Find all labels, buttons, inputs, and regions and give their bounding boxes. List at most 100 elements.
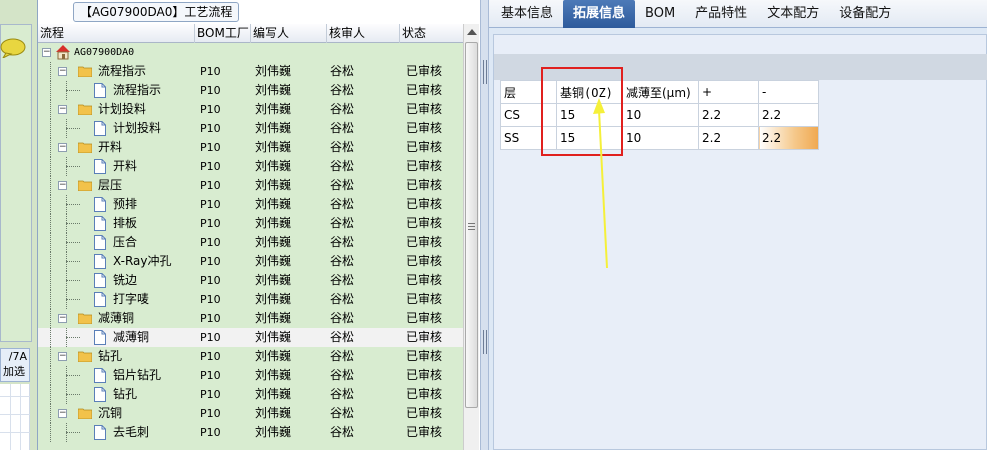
status-cell: 已审核: [406, 406, 443, 420]
tree-node-label[interactable]: 沉铜: [98, 404, 122, 423]
collapse-toggle-icon[interactable]: −: [58, 352, 67, 361]
status-cell: 已审核: [406, 64, 443, 78]
splitter-grip-top[interactable]: [483, 60, 487, 84]
tree-node-label[interactable]: 钻孔: [98, 347, 122, 366]
tree-row[interactable]: 计划投料 P10 刘伟巍 谷松 已审核: [38, 119, 463, 138]
collapse-toggle-icon[interactable]: −: [58, 143, 67, 152]
tree-row[interactable]: 预排 P10 刘伟巍 谷松 已审核: [38, 195, 463, 214]
tree-row[interactable]: 钻孔 P10 刘伟巍 谷松 已审核: [38, 385, 463, 404]
cell-minus[interactable]: 2.2: [758, 103, 819, 127]
tab-3[interactable]: 产品特性: [685, 0, 757, 28]
cell-thinned-to[interactable]: 10: [622, 103, 699, 127]
tree-row[interactable]: − 钻孔 P10 刘伟巍 谷松 已审核: [38, 347, 463, 366]
tree-node-label[interactable]: X-Ray冲孔: [113, 252, 171, 271]
collapse-toggle-icon[interactable]: −: [58, 105, 67, 114]
left-strip-line2[interactable]: 加选: [3, 364, 29, 379]
bom-cell: P10: [200, 179, 221, 192]
cell-plus[interactable]: 2.2: [698, 126, 759, 150]
tree-row[interactable]: − 减薄铜 P10 刘伟巍 谷松 已审核: [38, 309, 463, 328]
document-icon: [94, 254, 106, 269]
tree-node-label[interactable]: 开料: [113, 157, 137, 176]
tree-node-label[interactable]: 计划投料: [113, 119, 161, 138]
folder-icon: [78, 180, 92, 191]
tree-row[interactable]: 铣边 P10 刘伟巍 谷松 已审核: [38, 271, 463, 290]
tree-row[interactable]: 排板 P10 刘伟巍 谷松 已审核: [38, 214, 463, 233]
tree-row[interactable]: 铝片钻孔 P10 刘伟巍 谷松 已审核: [38, 366, 463, 385]
tree-guide-line: [50, 176, 51, 195]
panel-splitter[interactable]: [480, 0, 489, 450]
cell-plus[interactable]: 2.2: [698, 103, 759, 127]
scroll-thumb[interactable]: [465, 42, 478, 408]
tree-node-label[interactable]: 计划投料: [98, 100, 146, 119]
reviewer-cell: 谷松: [330, 235, 355, 249]
tree-node-label[interactable]: 压合: [113, 233, 137, 252]
tree-node-label[interactable]: 排板: [113, 214, 137, 233]
tree-row[interactable]: 开料 P10 刘伟巍 谷松 已审核: [38, 157, 463, 176]
document-icon: [94, 235, 106, 250]
collapse-toggle-icon[interactable]: −: [58, 314, 67, 323]
writer-cell: 刘伟巍: [255, 425, 292, 439]
tree-node-label[interactable]: 开料: [98, 138, 122, 157]
col-flow[interactable]: 流程: [38, 24, 195, 43]
writer-cell: 刘伟巍: [255, 197, 292, 211]
tree-node-label[interactable]: AG07900DA0: [74, 43, 134, 62]
tree-node-label[interactable]: 预排: [113, 195, 137, 214]
cell-thinned-to[interactable]: 10: [622, 126, 699, 150]
tree-node-label[interactable]: 减薄铜: [113, 328, 149, 347]
collapse-toggle-icon[interactable]: −: [58, 409, 67, 418]
col-status[interactable]: 状态: [400, 24, 463, 43]
tree-guide-line: [50, 423, 51, 442]
process-tree: − AG07900DA0− 流程指示 P10 刘伟巍 谷松 已审核 流程指示 P10 刘伟巍 谷松已…: [38, 43, 463, 450]
tree-row[interactable]: 减薄铜 P10 刘伟巍 谷松 已审核: [38, 328, 463, 347]
tab-0[interactable]: 基本信息: [491, 0, 563, 28]
tree-row[interactable]: − 流程指示 P10 刘伟巍 谷松 已审核: [38, 62, 463, 81]
status-cell: 已审核: [406, 425, 443, 439]
tree-node-label[interactable]: 流程指示: [113, 81, 161, 100]
left-strip-grid: [0, 384, 30, 450]
speech-bubble-icon[interactable]: [0, 38, 26, 58]
status-cell: 已审核: [406, 368, 443, 382]
col-bom[interactable]: BOM工厂: [195, 24, 251, 43]
collapse-toggle-icon[interactable]: −: [42, 48, 51, 57]
tree-row[interactable]: − 开料 P10 刘伟巍 谷松 已审核: [38, 138, 463, 157]
tree-row[interactable]: 流程指示 P10 刘伟巍 谷松 已审核: [38, 81, 463, 100]
writer-cell: 刘伟巍: [255, 273, 292, 287]
collapse-toggle-icon[interactable]: −: [58, 67, 67, 76]
tab-2[interactable]: BOM: [635, 0, 685, 28]
tree-row[interactable]: − 沉铜 P10 刘伟巍 谷松 已审核: [38, 404, 463, 423]
tab-1[interactable]: 拓展信息: [563, 0, 636, 28]
tree-node-label[interactable]: 钻孔: [113, 385, 137, 404]
tree-vertical-scrollbar[interactable]: [463, 24, 479, 450]
tree-node-label[interactable]: 铣边: [113, 271, 137, 290]
cell-minus[interactable]: 2.2: [758, 126, 819, 150]
tree-row[interactable]: − AG07900DA0: [38, 43, 463, 62]
tree-node-label[interactable]: 打字唛: [113, 290, 149, 309]
tab-5[interactable]: 设备配方: [829, 0, 901, 28]
document-icon: [94, 121, 106, 136]
reviewer-cell: 谷松: [330, 83, 355, 97]
folder-icon: [78, 351, 92, 362]
tree-row[interactable]: − 计划投料 P10 刘伟巍 谷松 已审核: [38, 100, 463, 119]
scroll-up-arrow[interactable]: [467, 29, 477, 35]
tree-node-label[interactable]: 层压: [98, 176, 122, 195]
header-thinned-to: 减薄至(μm): [622, 80, 699, 104]
reviewer-cell: 谷松: [330, 178, 355, 192]
tree-row[interactable]: X-Ray冲孔 P10 刘伟巍 谷松 已审核: [38, 252, 463, 271]
tree-node-label[interactable]: 减薄铜: [98, 309, 134, 328]
tree-row[interactable]: 打字唛 P10 刘伟巍 谷松 已审核: [38, 290, 463, 309]
col-reviewer[interactable]: 核审人: [327, 24, 400, 43]
bom-cell: P10: [200, 274, 221, 287]
col-writer[interactable]: 编写人: [251, 24, 327, 43]
writer-cell: 刘伟巍: [255, 254, 292, 268]
bom-cell: P10: [200, 141, 221, 154]
splitter-grip-bottom[interactable]: [483, 330, 487, 354]
tree-guide-line: [50, 62, 51, 81]
collapse-toggle-icon[interactable]: −: [58, 181, 67, 190]
tree-node-label[interactable]: 流程指示: [98, 62, 146, 81]
tree-node-label[interactable]: 铝片钻孔: [113, 366, 161, 385]
tree-row[interactable]: 压合 P10 刘伟巍 谷松 已审核: [38, 233, 463, 252]
tree-node-label[interactable]: 去毛刺: [113, 423, 149, 442]
tree-row[interactable]: 去毛刺 P10 刘伟巍 谷松 已审核: [38, 423, 463, 442]
tree-row[interactable]: − 层压 P10 刘伟巍 谷松 已审核: [38, 176, 463, 195]
tab-4[interactable]: 文本配方: [757, 0, 829, 28]
